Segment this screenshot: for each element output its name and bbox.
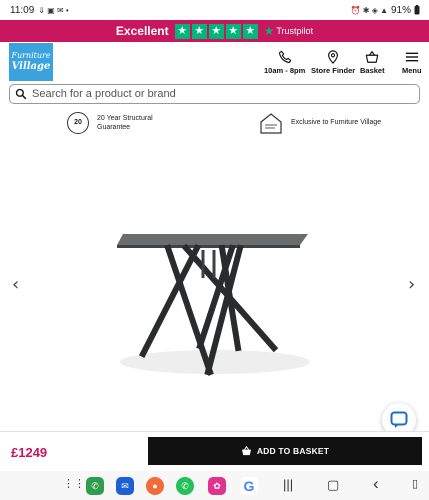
purchase-bar: £1249 ADD TO BASKET <box>0 431 429 471</box>
basket-link[interactable]: Basket <box>360 50 385 75</box>
site-header: Furniture Village 10am - 8pm Store Finde… <box>0 42 429 82</box>
trustpilot-star-icon: ★ <box>263 24 275 38</box>
location-pin-icon <box>328 50 339 64</box>
exclusive-usp: Exclusive to Furniture Village <box>259 112 381 134</box>
contacts-app-icon[interactable]: ● <box>146 477 164 495</box>
product-price: £1249 <box>11 445 48 460</box>
back-button[interactable]: ‹ <box>373 474 379 494</box>
guarantee-line-1: 20 Year Structural <box>97 114 153 122</box>
guarantee-usp: 20 20 Year Structural Guarantee <box>67 112 153 134</box>
gallery-app-icon[interactable]: ✿ <box>208 477 226 495</box>
star-icon: ★ <box>191 23 207 39</box>
chat-bubble-icon <box>390 411 408 428</box>
opening-hours-link[interactable]: 10am - 8pm <box>264 50 305 75</box>
home-button[interactable]: ▢ <box>327 477 339 493</box>
carousel-prev-button[interactable]: ‹ <box>12 274 19 295</box>
dining-table-image <box>117 234 310 376</box>
basket-icon <box>366 50 379 63</box>
carousel-next-button[interactable]: › <box>408 274 415 295</box>
notification-icons: ⇓ ▣ ✉ • <box>38 5 69 15</box>
basket-label: Basket <box>360 66 385 75</box>
rotate-icon[interactable]: ▯ <box>412 477 418 490</box>
add-to-basket-label: ADD TO BASKET <box>256 446 330 456</box>
trustpilot-stars: ★ ★ ★ ★ ★ <box>174 23 258 39</box>
phone-icon <box>278 50 291 64</box>
hamburger-icon <box>405 52 418 62</box>
rating-word: Excellent <box>115 24 169 38</box>
status-bar: 11:09 ⇓ ▣ ✉ • ⏰ ✱ ◈ ▲ 91% <box>0 0 429 20</box>
logo-line-1: Furniture <box>11 51 51 61</box>
clock: 11:09 <box>10 4 35 16</box>
search-bar[interactable] <box>9 84 420 104</box>
app-drawer-icon[interactable]: ⋮⋮ <box>63 477 85 490</box>
star-icon: ★ <box>174 23 190 39</box>
messages-app-icon[interactable]: ✉ <box>116 477 134 495</box>
recents-button[interactable]: ||| <box>283 477 293 492</box>
trustpilot-logo: ★ Trustpilot <box>264 24 313 38</box>
whatsapp-app-icon[interactable]: ✆ <box>176 477 194 495</box>
guarantee-badge-number: 20 <box>74 119 82 127</box>
basket-icon <box>241 446 251 456</box>
trustpilot-banner[interactable]: Excellent ★ ★ ★ ★ ★ ★ Trustpilot <box>0 20 429 42</box>
add-to-basket-button[interactable]: ADD TO BASKET <box>148 437 422 465</box>
menu-label: Menu <box>402 66 422 75</box>
google-app-icon[interactable]: G <box>240 477 258 495</box>
furniture-village-logo[interactable]: Furniture Village <box>9 43 53 81</box>
search-input[interactable] <box>32 88 412 100</box>
trustpilot-wordmark: Trustpilot <box>276 26 314 36</box>
hours-label: 10am - 8pm <box>264 66 306 75</box>
menu-button[interactable]: Menu <box>402 50 422 75</box>
system-status-icons: ⏰ ✱ ◈ ▲ <box>350 5 388 15</box>
house-logo-icon <box>260 113 282 134</box>
android-navigation-bar: ⋮⋮ ✆ ✉ ● ✆ ✿ G ||| ▢ ‹ ▯ <box>0 471 429 500</box>
search-icon <box>15 88 27 100</box>
product-image-carousel[interactable]: ‹ › <box>0 150 429 425</box>
store-finder-label: Store Finder <box>311 66 356 75</box>
star-icon: ★ <box>208 23 224 39</box>
battery-level: 91% <box>390 4 411 16</box>
logo-line-2: Village <box>11 60 51 72</box>
guarantee-badge-icon: 20 <box>67 112 89 134</box>
star-icon: ★ <box>242 23 258 39</box>
battery-icon <box>414 5 420 15</box>
exclusive-text: Exclusive to Furniture Village <box>291 119 382 127</box>
guarantee-line-2: Guarantee <box>97 124 131 131</box>
store-finder-link[interactable]: Store Finder <box>311 50 355 75</box>
star-icon: ★ <box>225 23 241 39</box>
phone-app-icon[interactable]: ✆ <box>86 477 104 495</box>
